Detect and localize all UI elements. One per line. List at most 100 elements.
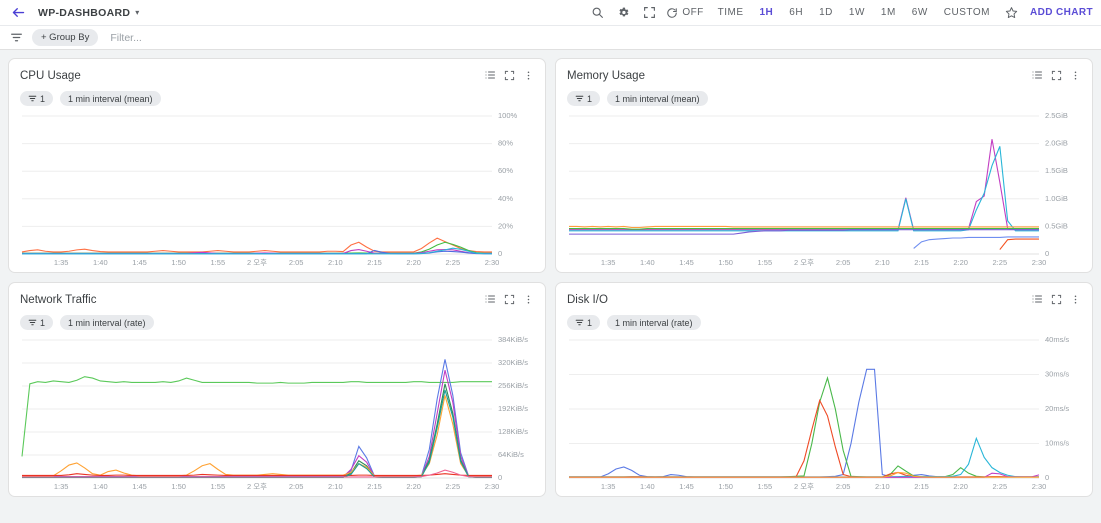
time-range-1w[interactable]: 1W bbox=[841, 3, 873, 22]
svg-text:2:15: 2:15 bbox=[914, 258, 929, 267]
filter-count-chip[interactable]: 1 bbox=[20, 315, 54, 330]
card-title: Disk I/O bbox=[567, 294, 608, 306]
svg-text:30ms/s: 30ms/s bbox=[1045, 369, 1069, 378]
filter-bar: + Group By Filter... bbox=[0, 26, 1101, 50]
svg-text:2:15: 2:15 bbox=[367, 258, 382, 267]
expand-icon[interactable] bbox=[504, 70, 515, 81]
svg-text:1:55: 1:55 bbox=[758, 258, 773, 267]
refresh-icon bbox=[666, 7, 678, 19]
svg-text:1:45: 1:45 bbox=[679, 482, 694, 491]
svg-text:2:10: 2:10 bbox=[875, 482, 890, 491]
svg-text:80%: 80% bbox=[498, 139, 513, 148]
svg-text:2:05: 2:05 bbox=[836, 258, 851, 267]
time-range-6h[interactable]: 6H bbox=[781, 3, 811, 22]
svg-text:2:25: 2:25 bbox=[446, 482, 461, 491]
fullscreen-icon[interactable] bbox=[636, 2, 662, 24]
filter-count-label: 1 bbox=[587, 317, 593, 328]
svg-text:1:35: 1:35 bbox=[601, 482, 616, 491]
svg-text:1:45: 1:45 bbox=[132, 482, 147, 491]
legend-list-icon[interactable] bbox=[1031, 293, 1043, 305]
time-range-6w[interactable]: 6W bbox=[904, 3, 936, 22]
time-range-1h[interactable]: 1H bbox=[752, 3, 782, 22]
svg-text:1:35: 1:35 bbox=[54, 482, 69, 491]
card-header: Network Traffic bbox=[20, 293, 534, 307]
filter-count-label: 1 bbox=[40, 93, 46, 104]
svg-text:2:20: 2:20 bbox=[953, 482, 968, 491]
svg-text:2:10: 2:10 bbox=[328, 482, 343, 491]
more-vert-icon[interactable] bbox=[1070, 70, 1081, 81]
filter-input[interactable]: Filter... bbox=[110, 32, 1093, 44]
svg-text:1:55: 1:55 bbox=[211, 482, 226, 491]
svg-text:1:55: 1:55 bbox=[758, 482, 773, 491]
interval-chip[interactable]: 1 min interval (rate) bbox=[60, 315, 154, 330]
back-arrow-icon[interactable] bbox=[8, 3, 28, 23]
filter-count-chip[interactable]: 1 bbox=[567, 315, 601, 330]
svg-text:20ms/s: 20ms/s bbox=[1045, 404, 1069, 413]
refresh-state-label: OFF bbox=[682, 7, 704, 18]
svg-text:60%: 60% bbox=[498, 166, 513, 175]
dashboard-chevron-down-icon[interactable]: ▾ bbox=[135, 8, 139, 17]
expand-icon[interactable] bbox=[1051, 294, 1062, 305]
interval-chip[interactable]: 1 min interval (rate) bbox=[607, 315, 701, 330]
svg-text:2:25: 2:25 bbox=[993, 482, 1008, 491]
time-range-custom[interactable]: CUSTOM bbox=[936, 3, 998, 22]
card-header: Memory Usage bbox=[567, 69, 1081, 83]
legend-list-icon[interactable] bbox=[484, 69, 496, 81]
time-label: TIME bbox=[717, 7, 744, 18]
gear-icon[interactable] bbox=[610, 2, 636, 24]
filter-list-icon[interactable] bbox=[8, 30, 24, 46]
svg-text:1.5GiB: 1.5GiB bbox=[1045, 166, 1068, 175]
chart-plot-network-traffic[interactable]: 0 64KiB/s 128KiB/s 192KiB/s 256KiB/s 320KiB/s… bbox=[20, 336, 534, 492]
time-range-1m[interactable]: 1M bbox=[873, 3, 904, 22]
more-vert-icon[interactable] bbox=[1070, 294, 1081, 305]
svg-text:384KiB/s: 384KiB/s bbox=[498, 336, 528, 344]
chart-card-cpu-usage: CPU Usage 1 1 min interval (mean) 0 20% … bbox=[8, 58, 546, 273]
svg-text:2 오후: 2 오후 bbox=[247, 482, 267, 491]
svg-text:2:30: 2:30 bbox=[1032, 482, 1047, 491]
card-chips: 1 1 min interval (mean) bbox=[20, 91, 534, 106]
group-by-button[interactable]: + Group By bbox=[32, 29, 99, 46]
time-range-1d[interactable]: 1D bbox=[811, 3, 841, 22]
card-header: CPU Usage bbox=[20, 69, 534, 83]
svg-text:2:05: 2:05 bbox=[289, 258, 304, 267]
add-chart-button[interactable]: ADD CHART bbox=[1024, 3, 1095, 22]
more-vert-icon[interactable] bbox=[523, 70, 534, 81]
star-icon[interactable] bbox=[1000, 2, 1024, 24]
expand-icon[interactable] bbox=[504, 294, 515, 305]
legend-list-icon[interactable] bbox=[1031, 69, 1043, 81]
card-title: Network Traffic bbox=[20, 294, 97, 306]
card-title: Memory Usage bbox=[567, 70, 645, 82]
svg-text:2:30: 2:30 bbox=[485, 482, 500, 491]
svg-text:0: 0 bbox=[498, 249, 502, 258]
filter-count-label: 1 bbox=[587, 93, 593, 104]
filter-count-chip[interactable]: 1 bbox=[567, 91, 601, 106]
card-chips: 1 1 min interval (rate) bbox=[20, 315, 534, 330]
svg-text:256KiB/s: 256KiB/s bbox=[498, 381, 528, 390]
auto-refresh-toggle[interactable]: OFF bbox=[666, 7, 703, 19]
svg-text:320KiB/s: 320KiB/s bbox=[498, 358, 528, 367]
svg-text:1:50: 1:50 bbox=[718, 482, 733, 491]
svg-text:0.5GiB: 0.5GiB bbox=[1045, 221, 1068, 230]
more-vert-icon[interactable] bbox=[523, 294, 534, 305]
search-icon[interactable] bbox=[584, 2, 610, 24]
svg-text:2:20: 2:20 bbox=[406, 258, 421, 267]
filter-count-chip[interactable]: 1 bbox=[20, 91, 54, 106]
expand-icon[interactable] bbox=[1051, 70, 1062, 81]
svg-text:1:40: 1:40 bbox=[640, 258, 655, 267]
interval-chip[interactable]: 1 min interval (mean) bbox=[60, 91, 161, 106]
legend-list-icon[interactable] bbox=[484, 293, 496, 305]
svg-text:2:20: 2:20 bbox=[406, 482, 421, 491]
svg-text:128KiB/s: 128KiB/s bbox=[498, 427, 528, 436]
chart-card-memory-usage: Memory Usage 1 1 min interval (mean) 0 0… bbox=[555, 58, 1093, 273]
svg-text:1:50: 1:50 bbox=[171, 258, 186, 267]
card-chips: 1 1 min interval (rate) bbox=[567, 315, 1081, 330]
svg-text:64KiB/s: 64KiB/s bbox=[498, 450, 524, 459]
interval-chip[interactable]: 1 min interval (mean) bbox=[607, 91, 708, 106]
svg-text:40%: 40% bbox=[498, 194, 513, 203]
chart-plot-disk-io[interactable]: 0 10ms/s 20ms/s 30ms/s 40ms/s 1:35 1:40 1:45 1:5… bbox=[567, 336, 1081, 492]
chart-plot-memory-usage[interactable]: 0 0.5GiB 1.0GiB 1.5GiB 2.0GiB 2.5GiB 1:35 1:40 1… bbox=[567, 112, 1081, 268]
svg-text:1:45: 1:45 bbox=[679, 258, 694, 267]
card-actions bbox=[1031, 69, 1081, 81]
chart-plot-cpu-usage[interactable]: 0 20% 40% 60% 80% 100% 1:35 1:40 1:45 1:50 1:55 2 오… bbox=[20, 112, 534, 268]
svg-text:192KiB/s: 192KiB/s bbox=[498, 404, 528, 413]
